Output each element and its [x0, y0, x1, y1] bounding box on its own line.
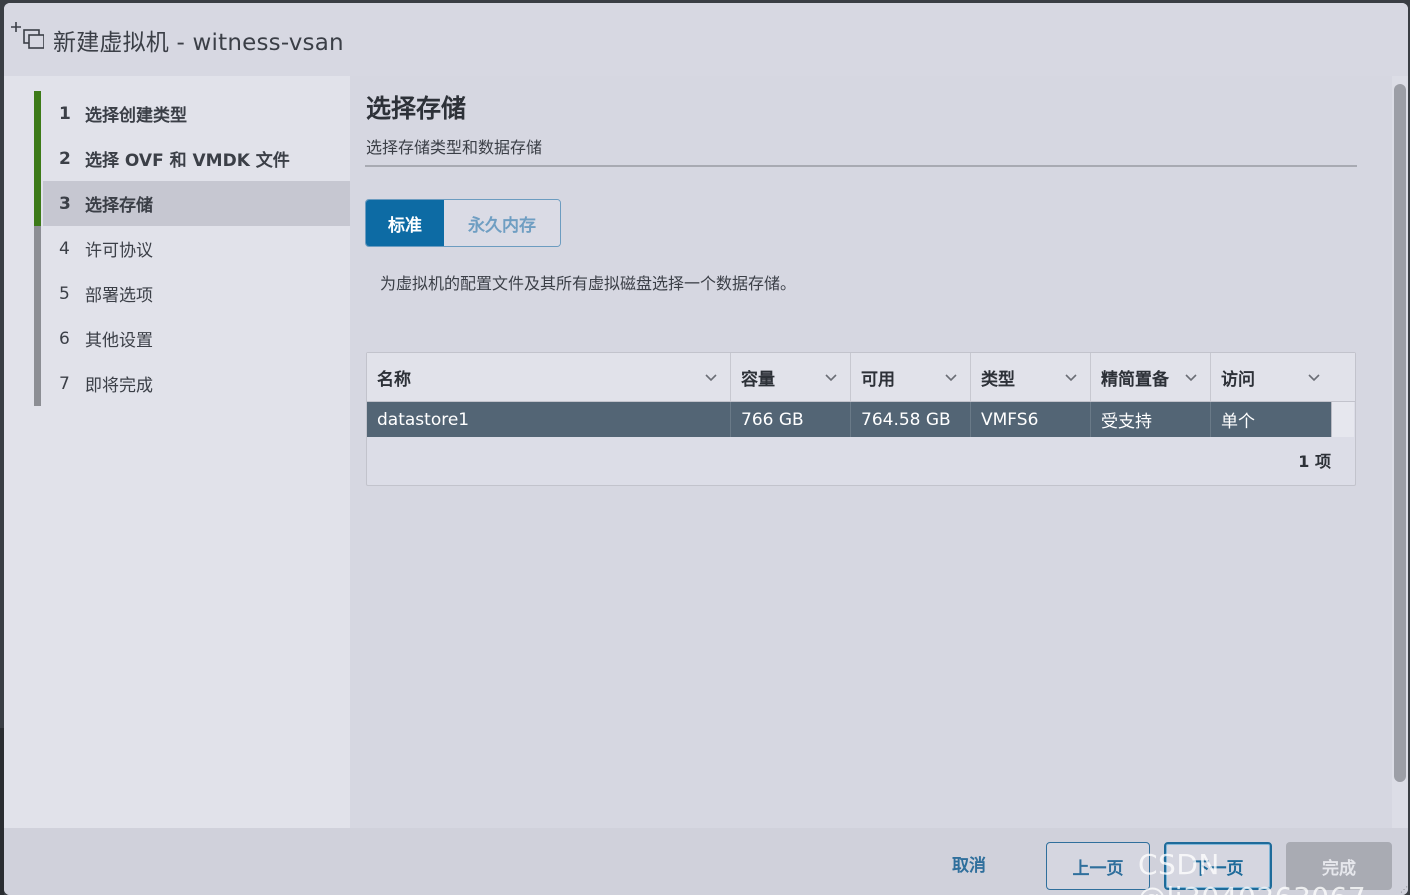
wizard-step-7[interactable]: 7 即将完成 [34, 361, 350, 406]
step-label: 即将完成 [85, 376, 153, 396]
wizard-steps: 1 选择创建类型 2 选择 OVF 和 VMDK 文件 3 选择存储 4 许可协议 5 部署选项 6… [34, 91, 350, 406]
title-divider [365, 165, 1357, 167]
table-item-count: 1 项 [1298, 452, 1331, 471]
column-header-thin-provisioning[interactable]: 精简置备 [1091, 353, 1211, 401]
column-header-free[interactable]: 可用 [851, 353, 971, 401]
step-number: 4 [59, 238, 70, 259]
page-title: 选择存储 [366, 94, 467, 123]
main-panel: 选择存储 选择存储类型和数据存储 标准 永久内存 为虚拟机的配置文件及其所有虚拟… [350, 76, 1392, 828]
chevron-down-icon[interactable] [824, 370, 838, 384]
chevron-down-icon[interactable] [704, 370, 718, 384]
chevron-down-icon[interactable] [1307, 370, 1321, 384]
step-number: 7 [59, 373, 70, 394]
scrollbar-thumb[interactable] [1394, 84, 1406, 782]
column-header-access[interactable]: 访问 [1211, 353, 1355, 401]
cell-capacity: 766 GB [731, 402, 851, 437]
cancel-button[interactable]: 取消 [952, 851, 986, 876]
page-subtitle: 选择存储类型和数据存储 [366, 138, 543, 157]
column-header-type[interactable]: 类型 [971, 353, 1091, 401]
cell-access: 单个 [1221, 412, 1255, 432]
wizard-steps-sidebar: 1 选择创建类型 2 选择 OVF 和 VMDK 文件 3 选择存储 4 许可协议 5 部署选项 6… [4, 76, 350, 828]
step-number: 5 [59, 283, 70, 304]
wizard-step-3[interactable]: 3 选择存储 [34, 181, 350, 226]
chevron-down-icon[interactable] [1184, 370, 1198, 384]
table-header: 名称 容量 可用 类型 精简置备 访问 [367, 353, 1355, 402]
wizard-step-6[interactable]: 6 其他设置 [34, 316, 350, 361]
wizard-step-5[interactable]: 5 部署选项 [34, 271, 350, 316]
storage-description: 为虚拟机的配置文件及其所有虚拟磁盘选择一个数据存储。 [380, 274, 797, 293]
dialog-title: 新建虚拟机 - witness-vsan [53, 30, 344, 56]
main-scrollbar[interactable] [1392, 76, 1408, 828]
table-row[interactable]: datastore1 766 GB 764.58 GB VMFS6 受支持 单个 [367, 402, 1331, 437]
step-number: 1 [59, 103, 71, 124]
column-header-name[interactable]: 名称 [367, 353, 731, 401]
step-label: 许可协议 [85, 241, 153, 261]
wizard-step-2[interactable]: 2 选择 OVF 和 VMDK 文件 [34, 136, 350, 181]
step-label: 选择创建类型 [85, 106, 187, 126]
step-label: 部署选项 [85, 286, 153, 306]
column-header-capacity[interactable]: 容量 [731, 353, 851, 401]
step-label: 其他设置 [85, 331, 153, 351]
tab-persistent-memory[interactable]: 永久内存 [444, 200, 560, 246]
chevron-down-icon[interactable] [944, 370, 958, 384]
cell-name: datastore1 [367, 402, 731, 437]
dialog-titlebar: 新建虚拟机 - witness-vsan [4, 3, 1408, 76]
watermark: CSDN @li3040263067 [1138, 848, 1366, 895]
new-vm-dialog: 新建虚拟机 - witness-vsan 1 选择创建类型 2 选择 OVF 和 VM… [4, 3, 1408, 895]
step-label: 选择 OVF 和 VMDK 文件 [85, 151, 290, 171]
back-button[interactable]: 上一页 [1046, 842, 1150, 890]
wizard-step-1[interactable]: 1 选择创建类型 [34, 91, 350, 136]
step-number: 3 [59, 193, 71, 214]
new-vm-icon [11, 22, 44, 49]
datastore-table: 名称 容量 可用 类型 精简置备 访问 datastore1 766 GB 76… [366, 352, 1356, 486]
wizard-step-4[interactable]: 4 许可协议 [34, 226, 350, 271]
cell-free: 764.58 GB [851, 402, 971, 437]
table-scrollbar[interactable] [1331, 402, 1354, 437]
storage-type-tabs: 标准 永久内存 [365, 199, 561, 247]
cell-thin-provisioning: 受支持 [1091, 402, 1211, 437]
tab-standard[interactable]: 标准 [366, 200, 444, 246]
chevron-down-icon[interactable] [1064, 370, 1078, 384]
step-number: 6 [59, 328, 70, 349]
step-label: 选择存储 [85, 196, 153, 216]
cell-type: VMFS6 [971, 402, 1091, 437]
step-number: 2 [59, 148, 71, 169]
